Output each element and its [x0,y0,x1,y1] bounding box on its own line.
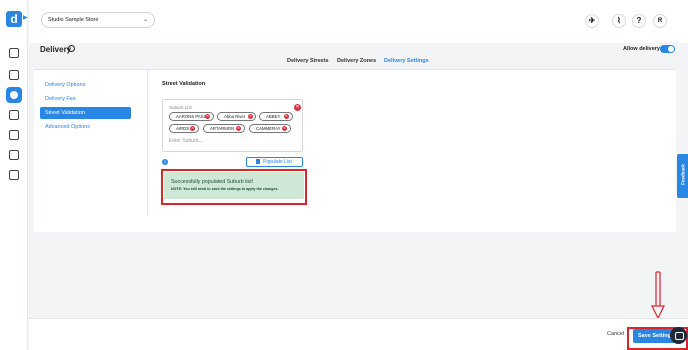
remove-chip-icon[interactable]: ✕ [248,114,253,119]
record-icon [68,45,75,52]
suburb-chip: ARTARMON ✕ [203,124,245,133]
allow-delivery-label: Allow delivery [623,46,660,52]
section-title: Street Validation [162,81,206,87]
suburb-chip: ABBEY ✕ [259,112,293,121]
feedback-label: Feedback [680,164,686,185]
suburb-list-field[interactable]: Suburb List ✕ AARONS PASS ✕ Abba River ✕… [162,99,303,152]
dashboard-icon[interactable] [9,48,19,58]
store-name: Studio Sample Store [48,17,99,23]
user-avatar[interactable]: R [653,14,667,28]
chip-label: AIRDS [176,126,190,131]
top-bar: Studio Sample Store ⌄ ✈ ⌇ ? R [29,0,688,43]
sidebar-item-delivery-fee[interactable]: Delivery Fee [40,93,131,105]
chevron-down-icon: ⌄ [142,17,148,23]
sidebar-item-delivery-options[interactable]: Delivery Options [40,79,131,91]
footer-bar: Cancel Save Settings [29,318,688,350]
rocket-icon[interactable]: ✈ [585,14,599,28]
chip-label: CAMMERAY [256,126,281,131]
chip-label: Abba River [224,114,246,119]
logo-caret-icon[interactable]: ▶ [23,14,28,21]
chip-label: ARTARMON [210,126,235,131]
cancel-button[interactable]: Cancel [607,331,624,337]
suburb-input[interactable]: Enter Suburb... [169,138,203,144]
tab-delivery-settings[interactable]: Delivery Settings [384,58,429,64]
remove-chip-icon[interactable]: ✕ [236,126,241,131]
remove-chip-icon[interactable]: ✕ [282,126,287,131]
store-selector[interactable]: Studio Sample Store ⌄ [41,12,155,28]
marketing-icon[interactable] [9,150,19,160]
populate-list-button[interactable]: Populate List [246,157,303,167]
sidebar-item-street-validation[interactable]: Street Validation [40,107,131,119]
tab-delivery-streets[interactable]: Delivery Streets [287,58,329,64]
alert-note: NOTE: You still need to save the setting… [171,187,279,191]
logout-icon[interactable] [9,170,19,180]
clear-all-icon[interactable]: ✕ [294,104,301,111]
page-title: Delivery [40,45,72,54]
sidebar-item-advanced-options[interactable]: Advanced Options [40,121,131,133]
populate-list-label: Populate List [263,159,292,165]
tab-delivery-zones[interactable]: Delivery Zones [337,58,376,64]
alert-message: Successfully populated Suburb list! [171,179,254,185]
chip-label: ABBEY [266,114,281,119]
info-icon[interactable]: i [162,159,168,165]
document-icon [256,159,260,164]
suburb-chip: AARONS PASS ✕ [169,112,214,121]
remove-chip-icon[interactable]: ✕ [190,126,195,131]
vertical-divider [147,70,148,216]
chip-label: AARONS PASS [176,114,207,119]
feedback-tab[interactable]: Feedback [677,154,688,198]
annotation-arrow-icon [651,271,665,320]
remove-chip-icon[interactable]: ✕ [205,114,210,119]
delivery-nav-icon[interactable] [6,87,22,103]
app-logo[interactable]: d [6,11,22,27]
remove-chip-icon[interactable]: ✕ [284,114,289,119]
suburb-chip: AIRDS ✕ [169,124,199,133]
customers-icon[interactable] [9,130,19,140]
suburb-chip: Abba River ✕ [217,112,256,121]
menu-icon[interactable] [9,110,19,120]
left-rail: d ▶ [0,0,28,350]
allow-delivery-toggle[interactable] [660,45,675,53]
attachment-icon[interactable]: ⌇ [612,14,626,28]
chat-icon[interactable] [670,327,687,344]
suburb-list-label: Suburb List [169,105,192,110]
suburb-chip: CAMMERAY ✕ [249,124,291,133]
help-icon[interactable]: ? [632,14,646,28]
orders-icon[interactable] [9,70,19,80]
settings-card: Delivery Options Delivery Fee Street Val… [34,70,676,232]
success-alert: Successfully populated Suburb list! NOTE… [164,172,304,199]
